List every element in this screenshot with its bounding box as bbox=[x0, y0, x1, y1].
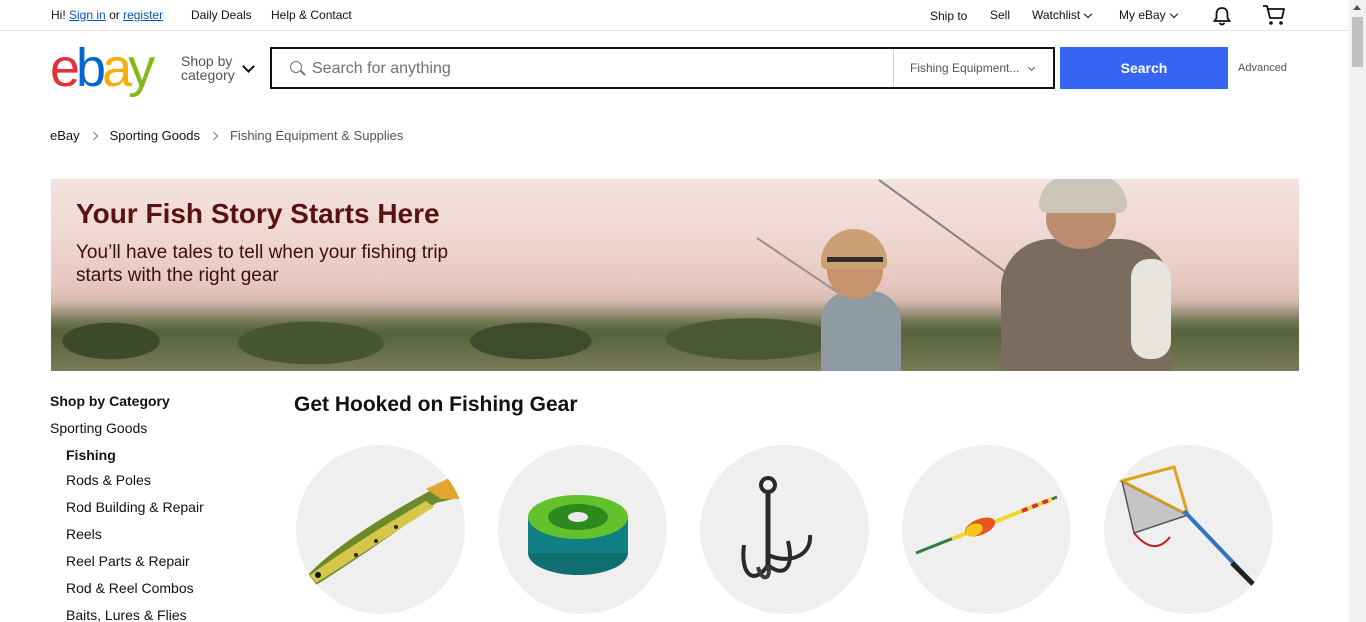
watchlist-menu[interactable]: Watchlist bbox=[1032, 8, 1093, 22]
sidebar-item-rod-building[interactable]: Rod Building & Repair bbox=[66, 499, 204, 526]
breadcrumb-current: Fishing Equipment & Supplies bbox=[229, 128, 404, 143]
category-select[interactable]: Fishing Equipment... bbox=[893, 49, 1053, 87]
chevron-right-icon bbox=[89, 131, 98, 141]
sidebar-item-fishing: Fishing bbox=[66, 447, 116, 463]
ebay-logo[interactable]: ebay bbox=[50, 41, 155, 95]
advanced-search-link[interactable]: Advanced bbox=[1238, 62, 1287, 74]
sidebar-item-reel-parts[interactable]: Reel Parts & Repair bbox=[66, 553, 204, 580]
sidebar-heading: Shop by Category bbox=[50, 393, 170, 409]
lure-image bbox=[306, 475, 464, 585]
man-hat-image bbox=[1039, 179, 1127, 213]
breadcrumb-sporting-goods[interactable]: Sporting Goods bbox=[110, 128, 200, 143]
hook-card[interactable] bbox=[700, 445, 869, 614]
breadcrumb-ebay[interactable]: eBay bbox=[50, 128, 80, 143]
ship-to-link[interactable]: Ship to bbox=[930, 9, 967, 23]
bell-icon[interactable] bbox=[1211, 5, 1233, 27]
search-input[interactable] bbox=[312, 59, 872, 79]
shop-by-category-button[interactable]: Shop by category bbox=[181, 54, 235, 82]
hero-title: Your Fish Story Starts Here bbox=[76, 198, 440, 229]
sidebar-item-rod-reel-combos[interactable]: Rod & Reel Combos bbox=[66, 580, 204, 607]
child-hat-image bbox=[821, 229, 887, 269]
breadcrumb: eBay Sporting Goods Fishing Equipment & Su… bbox=[50, 128, 403, 143]
greeting: Hi! Sign in or register bbox=[51, 8, 163, 22]
or-text: or bbox=[109, 8, 120, 22]
fishing-line-image bbox=[528, 495, 628, 575]
landing-net-card[interactable] bbox=[1104, 445, 1273, 614]
landing-net-image bbox=[1117, 465, 1264, 595]
float-image bbox=[915, 495, 1058, 555]
cart-icon[interactable] bbox=[1262, 4, 1286, 26]
category-label: category bbox=[181, 67, 235, 83]
search-bar: Fishing Equipment... bbox=[270, 47, 1055, 89]
category-select-value: Fishing Equipment... bbox=[910, 61, 1020, 75]
search-button[interactable]: Search bbox=[1060, 47, 1228, 89]
search-icon bbox=[290, 61, 302, 73]
hero-subtitle: You’ll have tales to tell when your fish… bbox=[76, 242, 449, 286]
sidebar-item-reels[interactable]: Reels bbox=[66, 526, 204, 553]
page-scrollbar[interactable] bbox=[1349, 0, 1366, 622]
lure-card[interactable] bbox=[296, 445, 465, 614]
chevron-down-icon bbox=[1169, 9, 1178, 19]
daily-deals-link[interactable]: Daily Deals bbox=[191, 8, 252, 22]
hat-band-image bbox=[827, 257, 883, 262]
chevron-right-icon bbox=[209, 131, 219, 141]
register-link[interactable]: register bbox=[123, 8, 163, 22]
float-card[interactable] bbox=[902, 445, 1071, 614]
hero-banner[interactable]: Your Fish Story Starts Here You’ll have … bbox=[51, 179, 1299, 371]
chevron-down-icon bbox=[1083, 9, 1093, 19]
shop-by-label: Shop by bbox=[181, 53, 233, 69]
sidebar-item-baits-lures[interactable]: Baits, Lures & Flies bbox=[66, 607, 204, 622]
chevron-down-icon[interactable] bbox=[242, 60, 255, 73]
scroll-up-arrow-icon[interactable] bbox=[1353, 5, 1361, 10]
help-contact-link[interactable]: Help & Contact bbox=[271, 8, 352, 22]
fishing-line-card[interactable] bbox=[498, 445, 667, 614]
child-figure-image bbox=[821, 291, 901, 371]
sell-link[interactable]: Sell bbox=[990, 8, 1010, 22]
sidebar-list: Rods & Poles Rod Building & Repair Reels… bbox=[66, 472, 204, 622]
man-shirt-image bbox=[1131, 259, 1171, 359]
my-ebay-menu[interactable]: My eBay bbox=[1119, 8, 1178, 22]
my-ebay-label: My eBay bbox=[1119, 8, 1166, 22]
section-title: Get Hooked on Fishing Gear bbox=[294, 393, 578, 416]
sidebar-item-rods-poles[interactable]: Rods & Poles bbox=[66, 472, 204, 499]
greeting-text: Hi! bbox=[51, 8, 66, 22]
top-bar: Hi! Sign in or register Daily Deals Help… bbox=[0, 0, 1349, 31]
sidebar-item-sporting-goods[interactable]: Sporting Goods bbox=[50, 420, 147, 436]
scrollbar-thumb[interactable] bbox=[1352, 17, 1363, 67]
sign-in-link[interactable]: Sign in bbox=[69, 8, 106, 22]
hook-image bbox=[741, 476, 813, 580]
watchlist-label: Watchlist bbox=[1032, 8, 1081, 22]
chevron-down-icon bbox=[1028, 63, 1036, 72]
